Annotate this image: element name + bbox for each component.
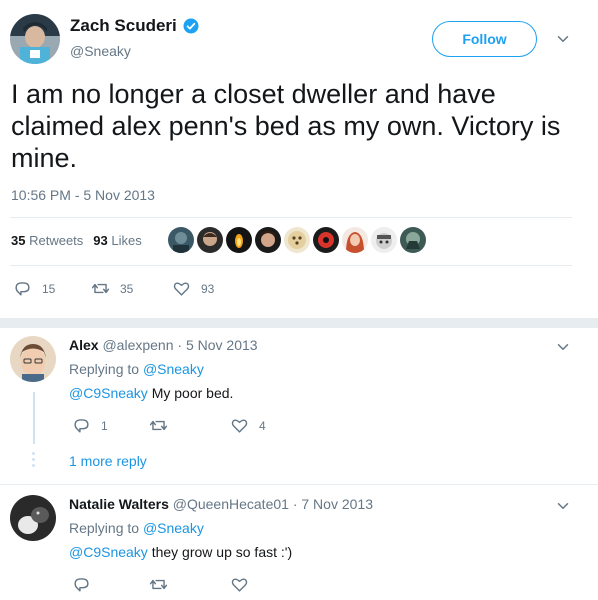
retweet-icon	[91, 283, 110, 294]
reply-mention[interactable]: @C9Sneaky	[69, 385, 148, 401]
like-count: 4	[259, 418, 266, 433]
author-avatar[interactable]	[10, 14, 60, 64]
reply-author-name[interactable]: Alex	[69, 337, 99, 353]
more-replies-link[interactable]: 1 more reply	[69, 453, 147, 469]
retweet-button[interactable]: 35	[91, 279, 133, 298]
reply-button[interactable]: 15	[13, 279, 55, 298]
liker-avatar[interactable]	[197, 227, 223, 253]
liker-avatar[interactable]	[255, 227, 281, 253]
retweets-count: 35	[11, 233, 26, 248]
retweet-button[interactable]	[149, 416, 178, 435]
reply-header: Alex @alexpenn · 5 Nov 2013	[69, 337, 258, 353]
replying-to-link[interactable]: @Sneaky	[143, 520, 204, 536]
liker-avatar[interactable]	[226, 227, 252, 253]
liker-avatar[interactable]	[342, 227, 368, 253]
author-name[interactable]: Zach Scuderi	[70, 16, 177, 36]
chevron-down-icon[interactable]	[554, 30, 572, 48]
replying-to-label: Replying to	[69, 520, 140, 536]
reply-count: 1	[101, 418, 108, 433]
liker-avatar[interactable]	[168, 227, 194, 253]
reply-icon	[74, 578, 89, 592]
tweet-text: I am no longer a closet dweller and have…	[11, 79, 561, 173]
reply-date[interactable]: · 7 Nov 2013	[293, 496, 373, 512]
reply-avatar[interactable]	[10, 336, 56, 382]
divider	[10, 265, 572, 266]
replying-to-label: Replying to	[69, 361, 140, 377]
heart-icon	[231, 419, 248, 433]
like-button[interactable]: 4	[230, 416, 266, 435]
liker-avatar[interactable]	[400, 227, 426, 253]
reply-mention[interactable]: @C9Sneaky	[69, 544, 148, 560]
replying-to: Replying to @Sneaky	[69, 520, 204, 536]
reply-author-handle[interactable]: @QueenHecate01	[173, 496, 289, 512]
divider	[10, 217, 572, 218]
retweets-stat[interactable]: 35 Retweets	[11, 233, 83, 248]
liker-avatar[interactable]	[313, 227, 339, 253]
liker-avatars	[168, 227, 426, 253]
reply-separator	[0, 484, 598, 485]
like-button[interactable]	[230, 575, 259, 594]
liker-avatar[interactable]	[371, 227, 397, 253]
retweet-icon	[149, 420, 168, 431]
tweet-stats: 35 Retweets 93 Likes	[11, 233, 142, 248]
reply-count: 15	[42, 281, 56, 296]
like-count: 93	[201, 281, 215, 296]
likes-label: Likes	[111, 233, 142, 248]
heart-icon	[231, 578, 248, 592]
author-handle[interactable]: @Sneaky	[70, 43, 131, 59]
retweet-icon	[149, 579, 168, 590]
thread-connector	[33, 392, 35, 444]
reply-text-body: My poor bed.	[147, 385, 234, 401]
like-button[interactable]: 93	[172, 279, 214, 298]
likes-stat[interactable]: 93 Likes	[93, 233, 141, 248]
reply-text: @C9Sneaky they grow up so fast :')	[69, 544, 292, 560]
reply-button[interactable]: 1	[72, 416, 108, 435]
retweet-count: 35	[120, 281, 134, 296]
retweets-label: Retweets	[29, 233, 84, 248]
reply-author-name[interactable]: Natalie Walters	[69, 496, 169, 512]
verified-badge-icon	[183, 18, 199, 34]
replying-to: Replying to @Sneaky	[69, 361, 204, 377]
section-separator	[0, 318, 598, 328]
reply-button[interactable]	[72, 575, 101, 594]
tweet-timestamp[interactable]: 10:56 PM - 5 Nov 2013	[11, 187, 155, 203]
heart-icon	[173, 282, 190, 296]
reply-icon	[15, 282, 30, 296]
thread-dots	[32, 452, 36, 470]
replying-to-link[interactable]: @Sneaky	[143, 361, 204, 377]
reply-avatar[interactable]	[10, 495, 56, 541]
reply-author-handle[interactable]: @alexpenn	[102, 337, 173, 353]
author-name-row[interactable]: Zach Scuderi	[70, 16, 200, 36]
liker-avatar[interactable]	[284, 227, 310, 253]
follow-button[interactable]: Follow	[432, 21, 537, 57]
reply-text-body: they grow up so fast :')	[147, 544, 293, 560]
reply-date[interactable]: · 5 Nov 2013	[177, 337, 257, 353]
reply-icon	[74, 419, 89, 433]
reply-header: Natalie Walters @QueenHecate01 · 7 Nov 2…	[69, 496, 373, 512]
reply-text: @C9Sneaky My poor bed.	[69, 385, 233, 401]
chevron-down-icon[interactable]	[554, 338, 572, 356]
retweet-button[interactable]	[149, 575, 178, 594]
chevron-down-icon[interactable]	[554, 497, 572, 515]
likes-count: 93	[93, 233, 108, 248]
